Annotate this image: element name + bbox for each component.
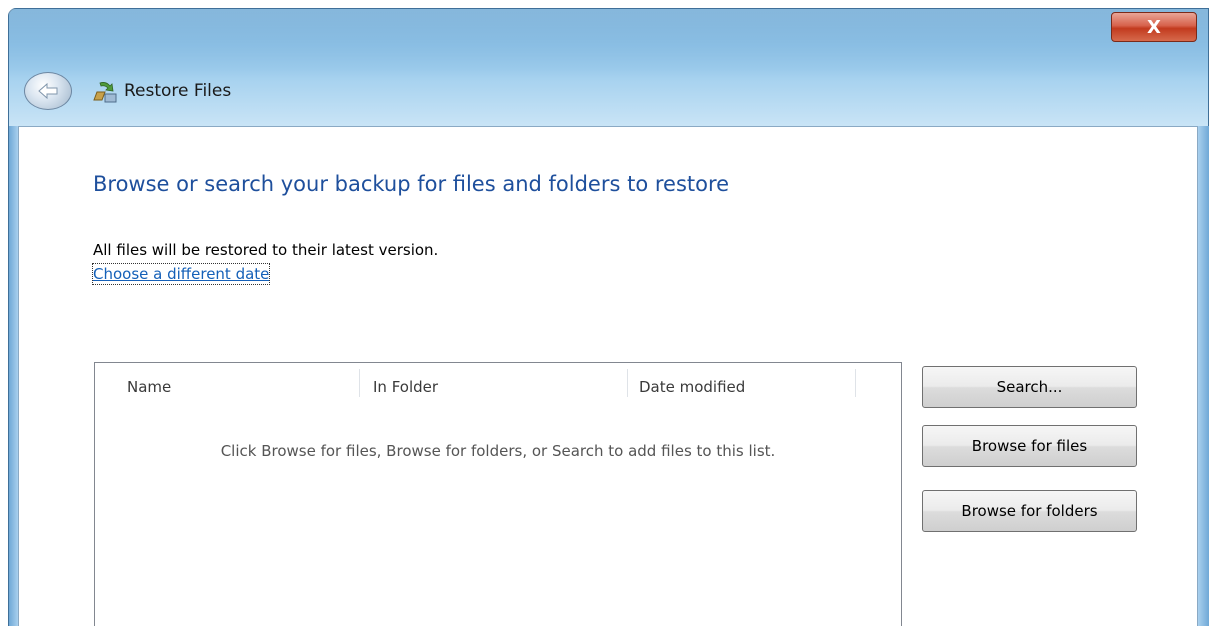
choose-different-date-link[interactable]: Choose a different date <box>91 263 271 285</box>
restore-info-text: All files will be restored to their late… <box>93 241 439 259</box>
window-title-bar <box>8 8 1209 126</box>
back-arrow-icon <box>38 82 58 100</box>
column-separator[interactable] <box>627 369 628 397</box>
restore-files-icon <box>93 82 117 103</box>
restore-files-window: X Restore Files Browse or search your ba… <box>0 0 1209 626</box>
browse-for-files-button[interactable]: Browse for files <box>922 425 1137 467</box>
page-heading: Browse or search your backup for files a… <box>93 172 730 196</box>
back-button[interactable] <box>24 72 72 110</box>
window-title: Restore Files <box>124 81 232 101</box>
close-button[interactable]: X <box>1111 12 1197 42</box>
close-icon: X <box>1147 16 1161 38</box>
window-frame-right <box>1198 126 1209 626</box>
search-button[interactable]: Search... <box>922 366 1137 408</box>
column-separator[interactable] <box>855 369 856 397</box>
window-frame-left <box>8 126 18 626</box>
empty-list-message: Click Browse for files, Browse for folde… <box>220 442 776 460</box>
file-list[interactable]: Name In Folder Date modified Click Brows… <box>94 362 902 626</box>
column-header-in-folder[interactable]: In Folder <box>373 377 438 397</box>
column-header-date-modified[interactable]: Date modified <box>639 377 745 397</box>
column-header-name[interactable]: Name <box>127 377 171 397</box>
column-separator[interactable] <box>359 369 360 397</box>
browse-for-folders-button[interactable]: Browse for folders <box>922 490 1137 532</box>
